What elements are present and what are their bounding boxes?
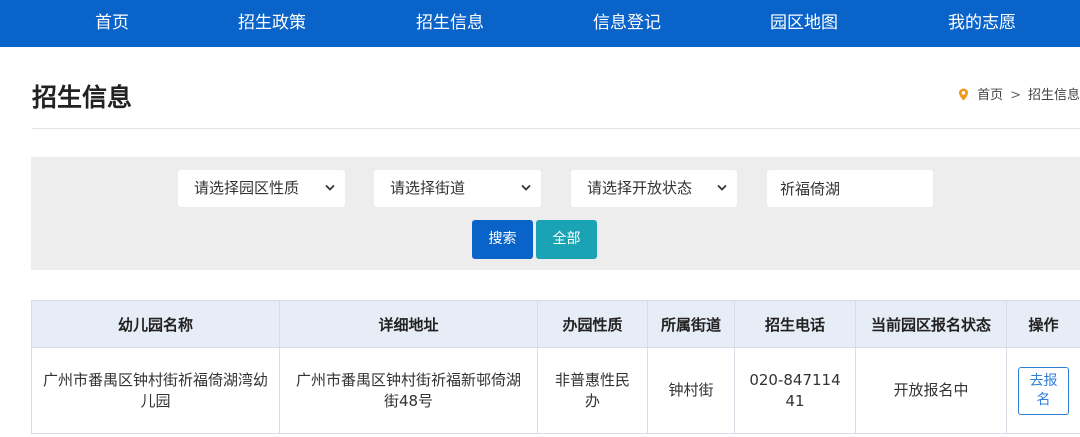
chevron-down-icon	[521, 184, 531, 191]
column-header-status: 当前园区报名状态	[855, 300, 1007, 348]
breadcrumb-separator: >	[1010, 88, 1021, 103]
street-select-value: 请选择街道	[390, 179, 466, 197]
nav-item-home[interactable]: 首页	[52, 0, 172, 47]
nature-select-value: 请选择园区性质	[194, 179, 300, 197]
breadcrumb-current: 招生信息	[1027, 88, 1080, 103]
search-button[interactable]: 搜索	[472, 220, 533, 259]
keyword-input[interactable]	[767, 170, 933, 207]
chevron-down-icon	[325, 184, 335, 191]
column-header-address: 详细地址	[279, 300, 538, 348]
column-header-phone: 招生电话	[734, 300, 856, 348]
show-all-button[interactable]: 全部	[536, 220, 597, 259]
cell-street: 钟村街	[647, 347, 735, 434]
top-nav: 首页 招生政策 招生信息 信息登记 园区地图 我的志愿	[0, 0, 1080, 47]
cell-phone: 020-84711441	[734, 347, 856, 434]
column-header-nature: 办园性质	[537, 300, 648, 348]
nav-item-policy[interactable]: 招生政策	[212, 0, 332, 47]
nav-item-enrollment-info[interactable]: 招生信息	[390, 0, 510, 47]
location-pin-icon	[959, 88, 969, 101]
nav-item-map[interactable]: 园区地图	[744, 0, 864, 47]
status-select[interactable]: 请选择开放状态	[571, 170, 737, 207]
page-title: 招生信息	[32, 83, 133, 112]
breadcrumb-home[interactable]: 首页	[977, 88, 1003, 103]
cell-kindergarten-name: 广州市番禺区钟村街祈福倚湖湾幼儿园	[31, 347, 280, 434]
cell-status: 开放报名中	[855, 347, 1007, 434]
nav-item-my-choices[interactable]: 我的志愿	[922, 0, 1042, 47]
table-header-row: 幼儿园名称 详细地址 办园性质 所属街道 招生电话 当前园区报名状态 操作	[31, 300, 1080, 348]
signup-button[interactable]: 去报名	[1018, 366, 1069, 415]
street-select[interactable]: 请选择街道	[374, 170, 541, 207]
column-header-street: 所属街道	[647, 300, 735, 348]
kindergarten-table: 幼儿园名称 详细地址 办园性质 所属街道 招生电话 当前园区报名状态 操作 广州…	[31, 300, 1080, 434]
nav-item-registration[interactable]: 信息登记	[567, 0, 687, 47]
chevron-down-icon	[717, 184, 727, 191]
column-header-action: 操作	[1006, 300, 1080, 348]
column-header-name: 幼儿园名称	[31, 300, 280, 348]
cell-address: 广州市番禺区钟村街祈福新邨倚湖街48号	[279, 347, 538, 434]
table-row: 广州市番禺区钟村街祈福倚湖湾幼儿园 广州市番禺区钟村街祈福新邨倚湖街48号 非普…	[31, 347, 1080, 434]
breadcrumb: 首页 > 招生信息	[958, 84, 1080, 103]
cell-nature: 非普惠性民办	[537, 347, 648, 434]
cell-action: 去报名	[1006, 347, 1080, 434]
nature-select[interactable]: 请选择园区性质	[178, 170, 345, 207]
title-divider	[32, 128, 1080, 129]
status-select-value: 请选择开放状态	[587, 179, 693, 197]
